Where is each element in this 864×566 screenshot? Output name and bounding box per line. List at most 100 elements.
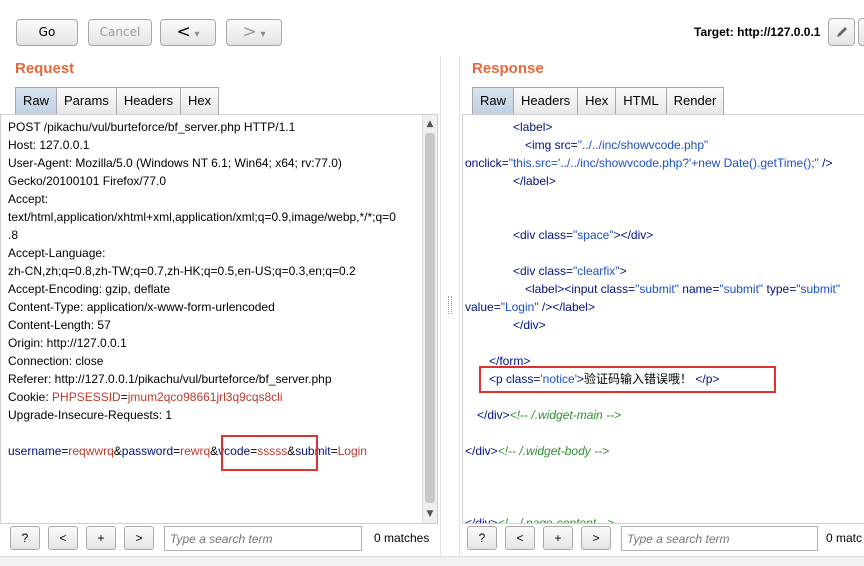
tag: <img src= xyxy=(525,138,578,152)
request-editor[interactable]: POST /pikachu/vul/burteforce/bf_server.p… xyxy=(0,114,438,524)
response-line: value="Login" /></label> xyxy=(465,298,595,316)
request-line: Content-Length: 57 xyxy=(8,318,111,332)
scroll-down-icon[interactable]: ▼ xyxy=(423,507,437,521)
param-amp: & xyxy=(210,444,219,458)
divider-grip-icon[interactable] xyxy=(448,296,452,314)
attr-name: value= xyxy=(465,300,501,314)
request-tabs: Raw Params Headers Hex xyxy=(15,87,220,114)
response-tab-raw[interactable]: Raw xyxy=(472,87,515,114)
response-search-add-button[interactable]: + xyxy=(543,526,573,550)
attr-value: "this.src='../../inc/showvcode.php?'+new… xyxy=(508,156,819,170)
request-line: Referer: http://127.0.0.1/pikachu/vul/bu… xyxy=(8,372,332,386)
response-search-help-button[interactable]: ? xyxy=(467,526,497,550)
response-line: </div><!-- /.widget-main --> xyxy=(477,406,621,424)
response-tab-render[interactable]: Render xyxy=(665,87,725,114)
go-button[interactable]: Go xyxy=(16,19,78,46)
request-line: zh-CN,zh;q=0.8,zh-TW;q=0.7,zh-HK;q=0.5,e… xyxy=(8,264,356,278)
edit-target-button[interactable] xyxy=(828,18,855,46)
response-tab-headers[interactable]: Headers xyxy=(513,87,579,114)
request-search-next-button[interactable]: > xyxy=(124,526,154,550)
status-bar xyxy=(0,556,864,566)
cookie-prefix: Cookie: xyxy=(8,390,53,404)
request-title: Request xyxy=(15,60,75,77)
back-arrow-icon: < xyxy=(176,22,191,42)
request-line: Connection: close xyxy=(8,354,104,368)
tag-end: ></div> xyxy=(613,228,654,242)
request-line: Host: 127.0.0.1 xyxy=(8,138,90,152)
tag: </div> xyxy=(465,444,498,458)
request-line: text/html,application/xhtml+xml,applicat… xyxy=(8,210,396,224)
attr-name: onclick= xyxy=(465,156,509,170)
pencil-icon xyxy=(836,27,847,37)
attr-value: "Login" xyxy=(500,300,539,314)
param-key: username xyxy=(8,444,62,458)
attr-value: "submit" xyxy=(796,282,841,296)
request-line: POST /pikachu/vul/burteforce/bf_server.p… xyxy=(8,120,296,134)
attr-name: type= xyxy=(763,282,797,296)
panel-divider[interactable] xyxy=(440,56,460,566)
request-tab-headers[interactable]: Headers xyxy=(115,87,181,114)
request-line: Origin: http://127.0.0.1 xyxy=(8,336,127,350)
attr-value: "submit" xyxy=(635,282,679,296)
request-tab-params[interactable]: Params xyxy=(56,87,117,114)
back-dropdown-icon[interactable]: ▾ xyxy=(195,29,200,40)
request-line: User-Agent: Mozilla/5.0 (Windows NT 6.1;… xyxy=(8,156,342,170)
help-button[interactable] xyxy=(858,18,864,46)
request-tab-hex[interactable]: Hex xyxy=(179,87,220,114)
back-button[interactable]: < ▾ xyxy=(160,19,216,46)
response-editor[interactable]: <label> <img src="../../inc/showvcode.ph… xyxy=(462,114,864,524)
response-tab-html[interactable]: HTML xyxy=(615,87,667,114)
scroll-up-icon[interactable]: ▲ xyxy=(423,117,437,131)
comment: <!-- /.widget-main --> xyxy=(509,408,622,422)
request-line: Upgrade-Insecure-Requests: 1 xyxy=(8,408,173,422)
response-search-input[interactable] xyxy=(621,526,818,551)
forward-arrow-icon: > xyxy=(242,22,257,42)
tag: <div class= xyxy=(513,264,574,278)
response-line: onclick="this.src='../../inc/showvcode.p… xyxy=(465,154,833,172)
response-search-matches: 0 matc xyxy=(826,531,863,545)
request-scrollbar[interactable]: ▲ ▼ xyxy=(422,115,437,523)
request-search-add-button[interactable]: + xyxy=(86,526,116,550)
attr-value: "space" xyxy=(573,228,614,242)
comment: <!-- /.page-content --> xyxy=(497,516,615,524)
cookie-name: PHPSESSID xyxy=(52,390,121,404)
toolbar: Go Cancel < ▾ > ▾ Target: http://127.0.0… xyxy=(0,0,864,56)
cookie-eq: = xyxy=(120,390,128,404)
scroll-thumb[interactable] xyxy=(425,133,435,503)
tag-end: /></label> xyxy=(538,300,595,314)
param-value: rewrq xyxy=(180,444,211,458)
vcode-highlight-box xyxy=(221,435,318,471)
request-search-input[interactable] xyxy=(164,526,362,551)
attr-name: name= xyxy=(678,282,720,296)
request-tab-raw[interactable]: Raw xyxy=(15,87,58,114)
param-eq: = xyxy=(330,444,338,458)
forward-dropdown-icon[interactable]: ▾ xyxy=(261,29,266,40)
cancel-button[interactable]: Cancel xyxy=(88,19,152,46)
attr-value: "submit" xyxy=(719,282,764,296)
param-value: reqwwrq xyxy=(68,444,114,458)
response-line: <label> xyxy=(513,120,553,134)
tag-end: /> xyxy=(818,156,833,170)
param-value: Login xyxy=(337,444,367,458)
target-label: Target: http://127.0.0.1 xyxy=(694,25,821,39)
tag: </div> xyxy=(465,516,498,524)
comment: <!-- /.widget-body --> xyxy=(497,444,610,458)
request-search-prev-button[interactable]: < xyxy=(48,526,78,550)
response-line: </label> xyxy=(513,174,556,188)
request-search-help-button[interactable]: ? xyxy=(10,526,40,550)
request-line: .8 xyxy=(8,228,19,242)
response-search-next-button[interactable]: > xyxy=(581,526,611,550)
forward-button[interactable]: > ▾ xyxy=(226,19,282,46)
param-key: password xyxy=(121,444,174,458)
tag: <div class= xyxy=(513,228,574,242)
response-tab-hex[interactable]: Hex xyxy=(577,87,617,114)
response-tabs: Raw Headers Hex HTML Render xyxy=(472,87,725,114)
response-search-prev-button[interactable]: < xyxy=(505,526,535,550)
request-line: Gecko/20100101 Firefox/77.0 xyxy=(8,174,167,188)
tag: </div> xyxy=(477,408,510,422)
attr-value: "clearfix" xyxy=(573,264,620,278)
request-line: Accept: xyxy=(8,192,49,206)
response-line: </div><!-- /.widget-body --> xyxy=(465,442,609,460)
tag: <label><input class= xyxy=(525,282,636,296)
tag-end: > xyxy=(619,264,627,278)
